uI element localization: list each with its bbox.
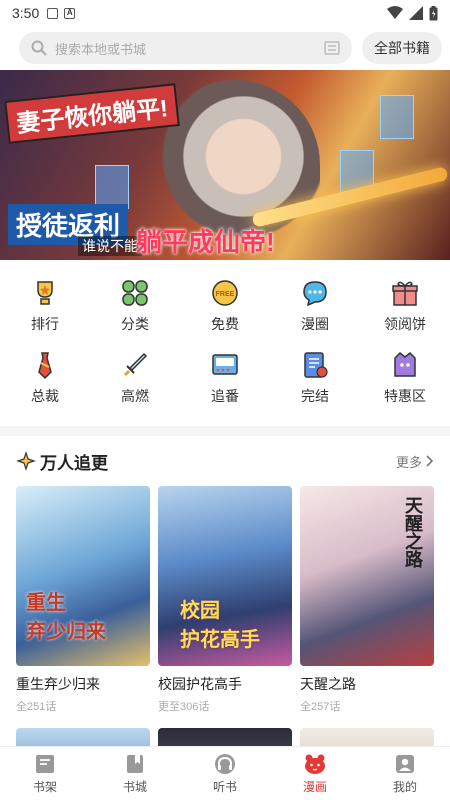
- cover-title: 校园 护花高手: [180, 600, 260, 651]
- trending-section: 万人追更 更多 重生 弃少归来 重生弃少归来 全251话 校园 护花高手 校园护…: [0, 436, 450, 778]
- book-card[interactable]: 天醒之路 天醒之路 全257话: [300, 486, 434, 714]
- section-title: 万人追更: [40, 453, 108, 473]
- tab-bookshelf[interactable]: 书架: [0, 747, 90, 800]
- gift-icon: [392, 281, 418, 306]
- category-label: 总裁: [31, 388, 59, 404]
- chat-bubble-icon: [303, 281, 327, 307]
- section-header: 万人追更 更多: [16, 436, 434, 486]
- book-list: 重生 弃少归来 重生弃少归来 全251话 校园 护花高手 校园护花高手 更至30…: [16, 486, 434, 714]
- category-label: 漫圈: [301, 316, 329, 332]
- headphones-icon: [215, 754, 235, 774]
- tie-icon: [38, 352, 52, 380]
- category-label: 免费: [211, 316, 239, 332]
- cover-title: 天醒之路: [403, 496, 423, 568]
- category-classify[interactable]: 分类: [90, 272, 180, 344]
- more-link[interactable]: 更多: [396, 452, 434, 471]
- tab-label: 听书: [212, 780, 237, 794]
- tab-label: 漫画: [302, 780, 327, 794]
- category-label: 排行: [31, 316, 59, 332]
- book-title: 校园护花高手: [158, 676, 242, 692]
- status-bar: 3:50 A: [0, 0, 450, 26]
- discount-icon: [394, 351, 416, 377]
- scan-icon[interactable]: [324, 41, 340, 55]
- svg-text:FREE: FREE: [216, 291, 235, 298]
- sword-icon: [123, 352, 148, 377]
- category-comic-circle[interactable]: 漫圈: [270, 272, 360, 344]
- book-cover: 天醒之路: [300, 486, 434, 666]
- category-label: 领阅饼: [384, 316, 426, 332]
- category-label: 追番: [211, 388, 239, 404]
- category-discount[interactable]: 特惠区: [360, 344, 450, 416]
- tab-label: 书架: [32, 780, 57, 794]
- more-label: 更多: [395, 454, 422, 470]
- category-label: 高燃: [121, 388, 149, 404]
- category-anime[interactable]: 追番: [180, 344, 270, 416]
- cover-title: 重生 弃少归来: [26, 592, 106, 643]
- status-time: 3:50: [12, 5, 40, 21]
- leaf-grid-icon: [122, 280, 148, 306]
- all-books-button[interactable]: 全部书籍: [362, 32, 442, 64]
- search-icon: [31, 40, 47, 56]
- tab-comics[interactable]: 漫画: [270, 747, 360, 800]
- promo-banner[interactable]: 妻子恢你躺平! 授徒返利 谁说不能 躺平成仙帝!: [0, 70, 450, 260]
- category-ceo[interactable]: 总裁: [0, 344, 90, 416]
- image-notification-icon: [47, 7, 59, 19]
- tab-audiobook[interactable]: 听书: [180, 747, 270, 800]
- book-cover: 重生 弃少归来: [16, 486, 150, 666]
- tab-label: 我的: [392, 780, 417, 794]
- book-title: 天醒之路: [300, 676, 356, 692]
- category-label: 完结: [301, 388, 329, 404]
- battery-icon: [429, 5, 438, 20]
- search-placeholder: 搜索本地或书城: [55, 41, 147, 57]
- a-notification-icon: A: [64, 7, 76, 19]
- tv-icon: [212, 354, 238, 375]
- tab-label: 书城: [122, 780, 147, 794]
- tab-bookstore[interactable]: 书城: [90, 747, 180, 800]
- finished-doc-icon: [304, 352, 328, 378]
- book-chapters: 更至306话: [158, 701, 210, 713]
- bookstore-icon: [127, 755, 143, 773]
- fire-sparkle-icon: [16, 451, 36, 471]
- chevron-right-icon: [426, 455, 434, 467]
- category-ranking[interactable]: 排行: [0, 272, 90, 344]
- book-card[interactable]: 校园 护花高手 校园护花高手 更至306话: [158, 486, 292, 714]
- book-cover: 校园 护花高手: [158, 486, 292, 666]
- tab-profile[interactable]: 我的: [360, 747, 450, 800]
- trophy-icon: [37, 281, 53, 305]
- wifi-icon: [387, 6, 403, 19]
- signal-icon: [409, 6, 423, 20]
- banner-title-tail: 躺平成仙帝!: [136, 227, 275, 257]
- free-badge-icon: FREE: [212, 280, 238, 306]
- category-grid: 排行 分类 FREE 免费 漫圈 领阅饼 总裁 高燃 追番 完结 特惠区: [0, 260, 450, 426]
- bottom-tab-bar: 书架 书城 听书 漫画 我的: [0, 746, 450, 800]
- bookshelf-icon: [36, 755, 54, 773]
- search-input[interactable]: 搜索本地或书城: [19, 32, 352, 64]
- comic-bear-icon: [305, 754, 325, 774]
- banner-title-top: 妻子恢你躺平!: [4, 83, 180, 144]
- category-label: 特惠区: [384, 388, 426, 404]
- banner-subtitle: 谁说不能: [78, 236, 142, 256]
- banner-decoration: [95, 165, 129, 209]
- book-chapters: 全251话: [16, 701, 57, 713]
- search-row: 搜索本地或书城 全部书籍: [0, 26, 450, 70]
- category-action[interactable]: 高燃: [90, 344, 180, 416]
- book-chapters: 全257话: [300, 701, 341, 713]
- category-free[interactable]: FREE 免费: [180, 272, 270, 344]
- category-gift[interactable]: 领阅饼: [360, 272, 450, 344]
- profile-icon: [396, 755, 414, 773]
- book-card[interactable]: 重生 弃少归来 重生弃少归来 全251话: [16, 486, 150, 714]
- category-label: 分类: [121, 316, 149, 332]
- category-finished[interactable]: 完结: [270, 344, 360, 416]
- banner-decoration: [380, 95, 414, 139]
- book-title: 重生弃少归来: [16, 676, 100, 692]
